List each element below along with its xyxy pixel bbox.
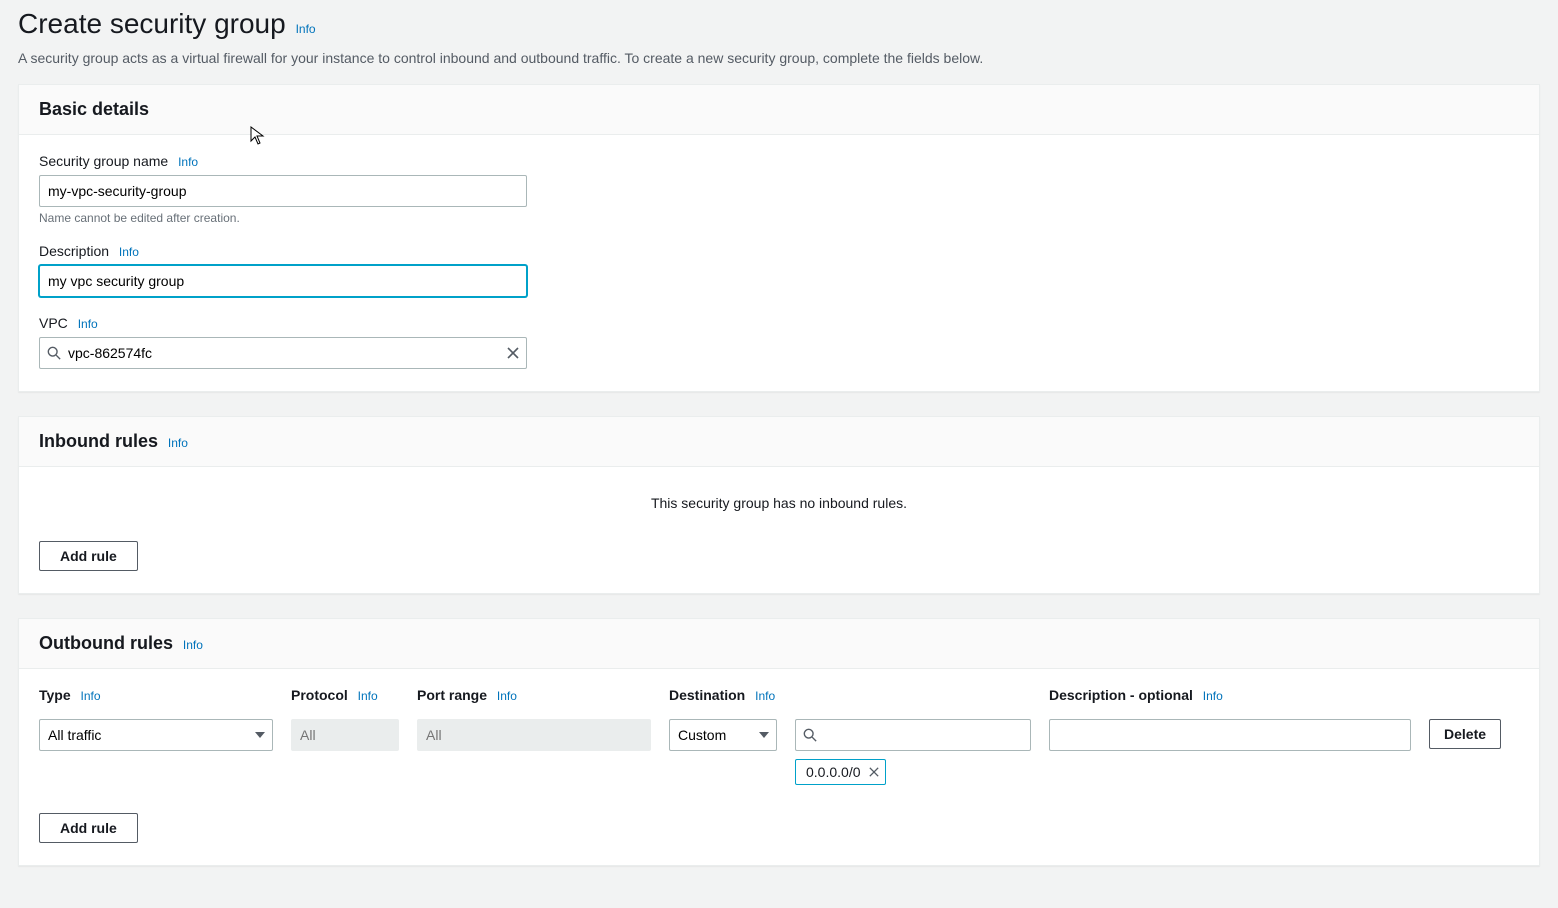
inbound-info-link[interactable]: Info [168, 436, 188, 450]
basic-details-heading: Basic details [39, 99, 149, 120]
clear-icon[interactable] [507, 347, 519, 359]
outbound-destination-chip: 0.0.0.0/0 [795, 759, 886, 785]
chip-remove-icon[interactable] [869, 767, 879, 777]
vpc-info-link[interactable]: Info [78, 317, 98, 331]
outbound-header-destination: Destination [669, 687, 745, 703]
sg-name-hint: Name cannot be edited after creation. [39, 211, 1519, 225]
outbound-destination-info-link[interactable]: Info [755, 689, 775, 703]
outbound-description-info-link[interactable]: Info [1203, 689, 1223, 703]
outbound-destination-chip-label: 0.0.0.0/0 [806, 764, 861, 780]
sg-desc-input[interactable] [39, 265, 527, 297]
sg-desc-label: Description [39, 243, 109, 259]
outbound-protocol-info-link[interactable]: Info [358, 689, 378, 703]
outbound-header-protocol: Protocol [291, 687, 348, 703]
page-title-info-link[interactable]: Info [296, 22, 316, 36]
outbound-header-port: Port range [417, 687, 487, 703]
outbound-rules-panel: Outbound rules Info Type Info Protocol I… [18, 618, 1540, 866]
outbound-header-type: Type [39, 687, 71, 703]
outbound-add-rule-button[interactable]: Add rule [39, 813, 138, 843]
outbound-delete-button[interactable]: Delete [1429, 719, 1501, 749]
page-title: Create security group [18, 8, 286, 40]
outbound-destination-input[interactable] [795, 719, 1031, 751]
outbound-port-input [417, 719, 651, 751]
vpc-label: VPC [39, 315, 68, 331]
outbound-destination-mode-select[interactable]: Custom [669, 719, 777, 751]
sg-desc-info-link[interactable]: Info [119, 245, 139, 259]
outbound-protocol-input [291, 719, 399, 751]
inbound-add-rule-button[interactable]: Add rule [39, 541, 138, 571]
outbound-description-input[interactable] [1049, 719, 1411, 751]
basic-details-panel: Basic details Security group name Info N… [18, 84, 1540, 392]
sg-name-input[interactable] [39, 175, 527, 207]
page-subtitle: A security group acts as a virtual firew… [18, 50, 1540, 66]
sg-name-label: Security group name [39, 153, 168, 169]
outbound-type-select[interactable]: All traffic [39, 719, 273, 751]
inbound-rules-panel: Inbound rules Info This security group h… [18, 416, 1540, 594]
outbound-info-link[interactable]: Info [183, 638, 203, 652]
outbound-header-description: Description - optional [1049, 687, 1193, 703]
vpc-input[interactable] [39, 337, 527, 369]
inbound-rules-heading: Inbound rules [39, 431, 158, 452]
outbound-port-info-link[interactable]: Info [497, 689, 517, 703]
outbound-rules-heading: Outbound rules [39, 633, 173, 654]
outbound-type-info-link[interactable]: Info [81, 689, 101, 703]
sg-name-info-link[interactable]: Info [178, 155, 198, 169]
inbound-empty-message: This security group has no inbound rules… [39, 485, 1519, 541]
